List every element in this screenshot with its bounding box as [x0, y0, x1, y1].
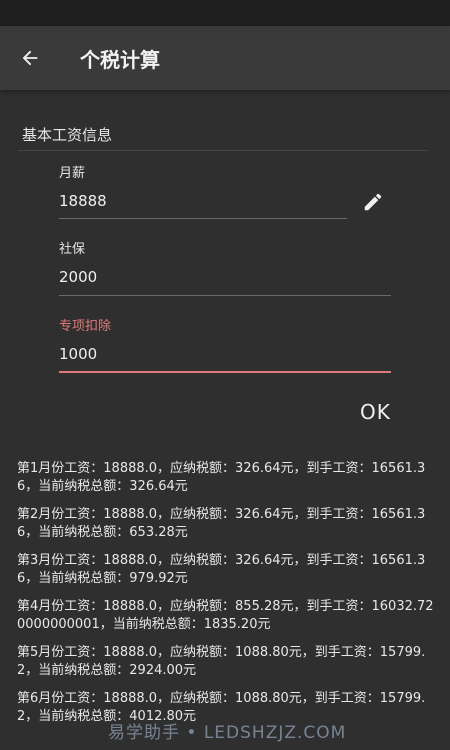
salary-underline [59, 218, 347, 219]
deduction-label: 专项扣除 [59, 319, 112, 334]
app-bar: 个税计算 [0, 26, 450, 90]
list-item: 第1月份工资：18888.0，应纳税额：326.64元，到手工资：16561.3… [17, 461, 426, 494]
list-item: 第4月份工资：18888.0，应纳税额：855.28元，到手工资：16032.7… [17, 599, 434, 632]
arrow-back-icon [22, 50, 38, 66]
watermark: 易学助手 • LEDSHZJZ.COM [108, 723, 347, 743]
list-item: 第2月份工资：18888.0，应纳税额：326.64元，到手工资：16561.3… [17, 507, 426, 540]
section-divider [18, 150, 428, 151]
ok-button[interactable]: OK [360, 400, 391, 424]
back-button[interactable] [14, 42, 46, 74]
deduction-input[interactable]: 1000 [59, 345, 97, 363]
social-insurance-input[interactable]: 2000 [59, 268, 97, 286]
status-bar [0, 0, 450, 26]
results-list: 第1月份工资：18888.0，应纳税额：326.64元，到手工资：16561.3… [17, 460, 437, 736]
social-insurance-underline [59, 295, 391, 296]
pencil-icon [364, 193, 382, 211]
list-item: 第5月份工资：18888.0，应纳税额：1088.80元，到手工资：15799.… [17, 645, 426, 678]
social-insurance-label: 社保 [59, 242, 86, 257]
page-title: 个税计算 [80, 48, 160, 72]
list-item: 第3月份工资：18888.0，应纳税额：326.64元，到手工资：16561.3… [17, 553, 426, 586]
section-title: 基本工资信息 [22, 126, 113, 144]
deduction-underline [59, 371, 391, 373]
salary-input[interactable]: 18888 [59, 192, 107, 210]
salary-label: 月薪 [59, 166, 86, 181]
edit-button[interactable] [360, 189, 386, 215]
